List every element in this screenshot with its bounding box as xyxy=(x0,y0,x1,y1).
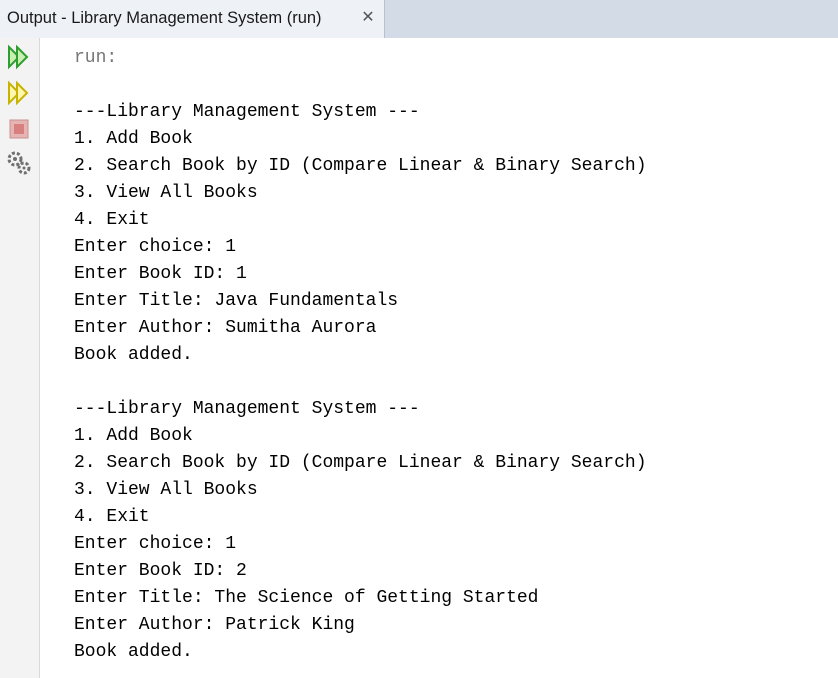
console-line: Book added. xyxy=(74,345,193,365)
console-line: Enter Title: The Science of Getting Star… xyxy=(74,588,539,608)
rerun-with-options-button[interactable] xyxy=(6,80,32,106)
console-line: 1. Add Book xyxy=(74,426,193,446)
console-line: Enter Author: Sumitha Aurora xyxy=(74,318,377,338)
output-tab[interactable]: Output - Library Management System (run)… xyxy=(0,0,385,38)
console-output: run: ---Library Management System --- 1.… xyxy=(74,45,834,666)
output-tab-bar: Output - Library Management System (run)… xyxy=(0,0,838,38)
output-toolbar xyxy=(0,38,40,678)
rerun-with-options-icon xyxy=(8,80,29,106)
close-icon[interactable]: ✕ xyxy=(360,9,376,27)
settings-icon xyxy=(7,151,31,175)
stop-icon xyxy=(9,119,29,139)
stop-button[interactable] xyxy=(6,116,32,142)
console-line: Enter choice: 1 xyxy=(74,237,237,257)
settings-button[interactable] xyxy=(6,150,32,176)
console-line: 3. View All Books xyxy=(74,183,258,203)
rerun-icon xyxy=(8,44,29,70)
console-line: Enter Title: Java Fundamentals xyxy=(74,291,399,311)
console-line: 2. Search Book by ID (Compare Linear & B… xyxy=(74,453,647,473)
console-line: run: xyxy=(74,48,118,68)
console-line: 2. Search Book by ID (Compare Linear & B… xyxy=(74,156,647,176)
console-line: Enter Author: Patrick King xyxy=(74,615,355,635)
console-line: ---Library Management System --- xyxy=(74,102,420,122)
console-line: 3. View All Books xyxy=(74,480,258,500)
console-line: Enter choice: 1 xyxy=(74,534,237,554)
tab-title: Output - Library Management System (run) xyxy=(7,9,322,27)
console-line: 1. Add Book xyxy=(74,129,193,149)
console-line: ---Library Management System --- xyxy=(74,399,420,419)
console-line: Enter Book ID: 2 xyxy=(74,561,247,581)
console-line: Book added. xyxy=(74,642,193,662)
rerun-button[interactable] xyxy=(6,44,32,70)
console-line: 4. Exit xyxy=(74,210,150,230)
console-line: Enter Book ID: 1 xyxy=(74,264,247,284)
console-line: 4. Exit xyxy=(74,507,150,527)
